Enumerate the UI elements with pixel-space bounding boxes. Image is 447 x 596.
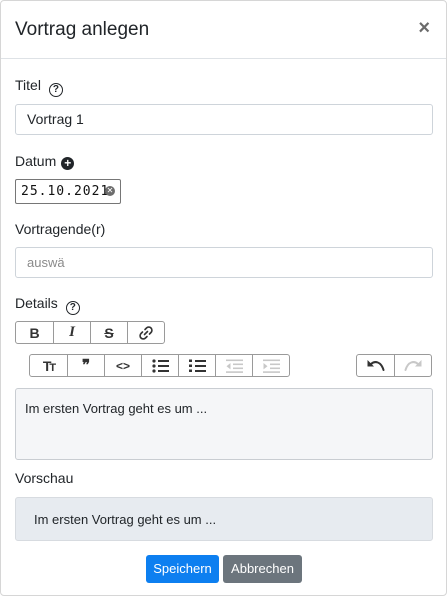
speaker-select-input[interactable]: auswä bbox=[15, 247, 433, 278]
code-button[interactable]: <> bbox=[104, 354, 142, 377]
italic-button[interactable]: I bbox=[53, 321, 91, 344]
heading-button[interactable]: TT bbox=[29, 354, 68, 377]
block-toolbar: TT ❞ <> bbox=[29, 354, 290, 377]
bullet-list-button[interactable] bbox=[141, 354, 179, 377]
close-button[interactable]: × bbox=[418, 17, 430, 39]
preview-label: Vorschau bbox=[15, 470, 74, 486]
speaker-label: Vortragende(r) bbox=[15, 221, 106, 237]
bold-button[interactable]: B bbox=[15, 321, 54, 344]
quote-button[interactable]: ❞ bbox=[67, 354, 105, 377]
modal-title: Vortrag anlegen bbox=[15, 19, 150, 40]
quote-icon: ❞ bbox=[81, 358, 91, 374]
code-icon: <> bbox=[115, 358, 130, 373]
details-label-row: Details? bbox=[15, 295, 80, 315]
modal-dialog: Vortrag anlegen × Titel? Vortrag 1 Datum… bbox=[0, 0, 447, 596]
title-label: Titel bbox=[15, 77, 41, 93]
strikethrough-button[interactable]: S bbox=[90, 321, 128, 344]
link-button[interactable] bbox=[127, 321, 165, 344]
indent-icon bbox=[262, 359, 280, 373]
undo-icon bbox=[367, 360, 384, 371]
help-icon[interactable]: ? bbox=[65, 301, 80, 315]
date-value: 25.10.2021 bbox=[21, 184, 110, 199]
date-label-row: Datum + bbox=[15, 153, 75, 170]
details-label: Details bbox=[15, 295, 58, 311]
help-icon[interactable]: ? bbox=[48, 83, 63, 97]
numbered-list-icon bbox=[188, 359, 206, 372]
indent-button[interactable] bbox=[252, 354, 290, 377]
history-toolbar bbox=[356, 354, 432, 377]
title-label-row: Titel? bbox=[15, 77, 63, 97]
save-button[interactable]: Speichern bbox=[146, 555, 219, 583]
numbered-list-button[interactable] bbox=[178, 354, 216, 377]
modal-header: Vortrag anlegen × bbox=[1, 1, 446, 59]
details-editor[interactable]: Im ersten Vortrag geht es um ... bbox=[15, 388, 433, 460]
redo-icon bbox=[404, 360, 422, 371]
heading-icon: TT bbox=[42, 357, 56, 374]
bullet-list-icon bbox=[151, 358, 169, 373]
date-label: Datum bbox=[15, 153, 57, 169]
cancel-button[interactable]: Abbrechen bbox=[223, 555, 302, 583]
date-input[interactable]: 25.10.2021 ✕ bbox=[15, 179, 121, 204]
clear-icon[interactable]: ✕ bbox=[105, 186, 115, 196]
redo-button[interactable] bbox=[394, 354, 432, 377]
outdent-button[interactable] bbox=[215, 354, 253, 377]
link-icon bbox=[139, 325, 153, 340]
preview-box: Im ersten Vortrag geht es um ... bbox=[15, 497, 433, 541]
outdent-icon bbox=[225, 359, 243, 373]
undo-button[interactable] bbox=[356, 354, 395, 377]
format-toolbar: B I S bbox=[15, 321, 165, 344]
plus-circle-icon[interactable]: + bbox=[61, 157, 75, 170]
title-input[interactable]: Vortrag 1 bbox=[15, 104, 433, 135]
